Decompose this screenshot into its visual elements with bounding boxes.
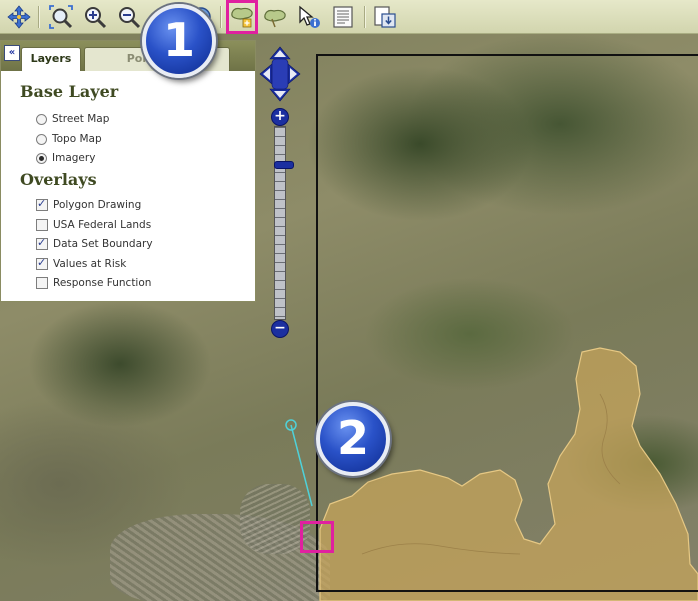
checkbox[interactable] (36, 197, 48, 211)
option-label: Data Set Boundary (53, 238, 153, 250)
checkbox[interactable] (36, 236, 48, 250)
map-toolbar (0, 0, 698, 34)
zoom-slider-handle[interactable] (274, 161, 294, 169)
radio-button[interactable] (36, 113, 47, 125)
option-label: Street Map (52, 113, 110, 125)
checkbox-response-function[interactable]: Response Function (36, 275, 151, 291)
zoom-in-icon[interactable] (82, 4, 108, 30)
collapse-panel-button[interactable]: « (4, 45, 20, 61)
tab-layers[interactable]: Layers (21, 47, 81, 71)
radio-imagery[interactable]: Imagery (36, 150, 95, 166)
radio-topo-map[interactable]: Topo Map (36, 131, 102, 147)
step-1-badge: 1 (142, 4, 216, 78)
checkbox-usa-federal-lands[interactable]: USA Federal Lands (36, 217, 151, 233)
radio-button[interactable] (36, 133, 47, 145)
toolbar-separator (38, 6, 40, 28)
checkbox-values-at-risk[interactable]: Values at Risk (36, 256, 126, 272)
step-2-badge: 2 (316, 402, 390, 476)
checkbox[interactable] (36, 219, 48, 231)
checkbox-data-set-boundary[interactable]: Data Set Boundary (36, 236, 153, 252)
pan-arrows-icon[interactable] (6, 4, 32, 30)
radio-street-map[interactable]: Street Map (36, 111, 109, 127)
zoom-extent-icon[interactable] (48, 4, 74, 30)
radio-button[interactable] (36, 152, 47, 164)
checkbox[interactable] (36, 256, 48, 270)
zoom-slider-track[interactable] (274, 126, 294, 320)
zoom-slider-control: + − (271, 108, 294, 338)
base-layer-heading: Base Layer (20, 82, 119, 101)
export-icon[interactable] (372, 4, 398, 30)
checkbox[interactable] (36, 277, 48, 289)
draw-polygon-icon[interactable] (226, 0, 258, 34)
zoom-in-button[interactable]: + (271, 108, 289, 126)
option-label: Values at Risk (53, 258, 127, 270)
identify-icon[interactable] (296, 4, 322, 30)
option-label: USA Federal Lands (53, 219, 152, 231)
data-set-boundary (316, 54, 698, 592)
option-label: Response Function (53, 277, 152, 289)
overlays-heading: Overlays (20, 170, 97, 189)
option-label: Imagery (52, 152, 96, 164)
select-polygon-icon[interactable] (262, 4, 288, 30)
option-label: Topo Map (52, 133, 102, 145)
zoom-out-button[interactable]: − (271, 320, 289, 338)
checkbox-polygon-drawing[interactable]: Polygon Drawing (36, 197, 141, 213)
toolbar-separator (364, 6, 366, 28)
option-label: Polygon Drawing (53, 199, 142, 211)
highlight-marker (300, 521, 334, 553)
layer-panel: « Layers Point Info Base Layer Street Ma… (0, 40, 256, 302)
zoom-out-icon[interactable] (116, 4, 142, 30)
pan-control[interactable] (258, 46, 302, 102)
report-icon[interactable] (330, 4, 356, 30)
toolbar-separator (220, 6, 222, 28)
